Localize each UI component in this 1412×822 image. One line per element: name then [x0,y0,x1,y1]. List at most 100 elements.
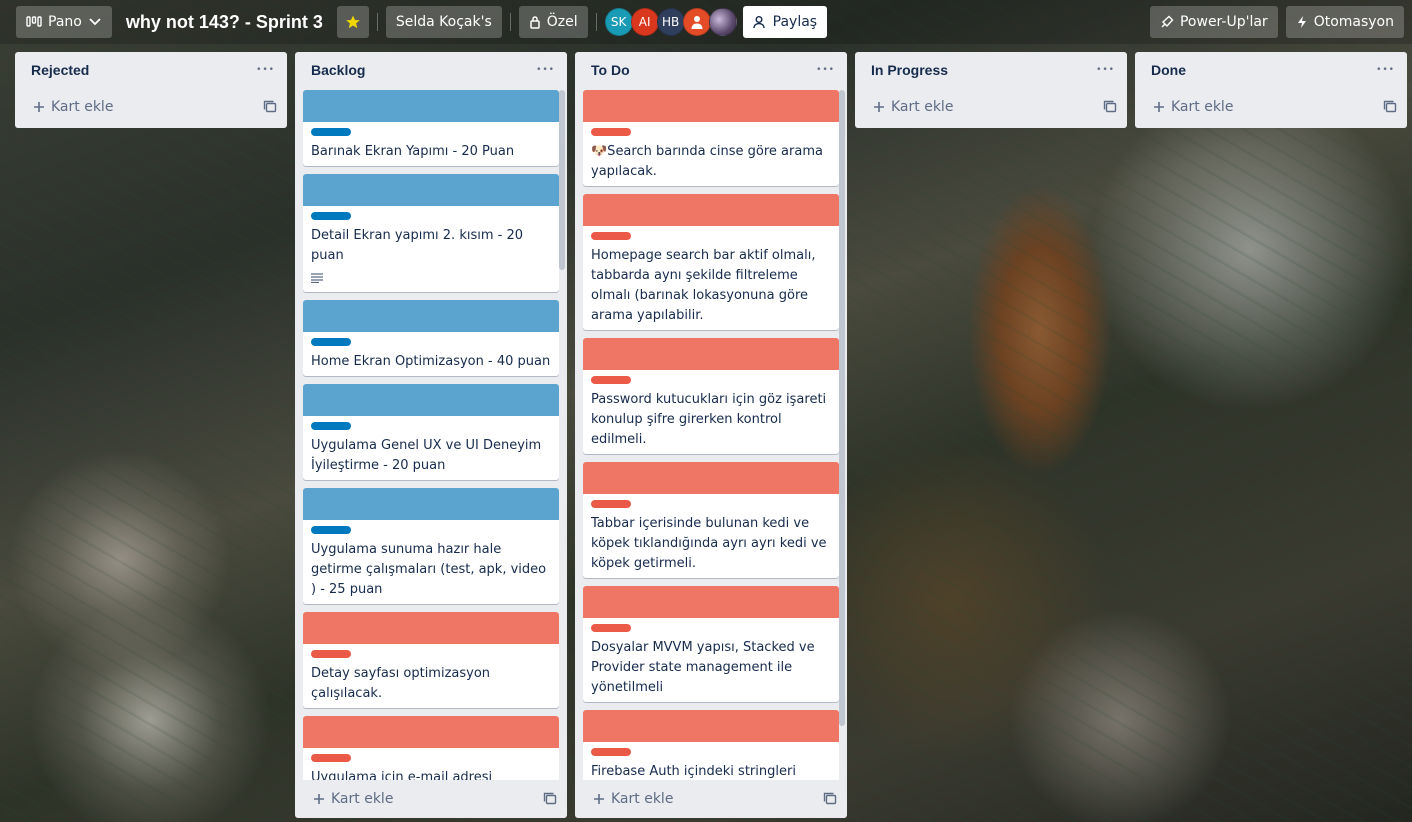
list-backlog[interactable]: Backlog ••• Barınak Ekran Yapımı - 20 Puan… [295,52,567,818]
card-label[interactable] [591,624,631,632]
add-card-button[interactable]: Kart ekle [593,791,673,807]
card-list: Barınak Ekran Yapımı - 20 Puan Detail Ekr… [295,88,567,780]
template-icon[interactable] [263,100,277,114]
list-title[interactable]: Backlog [311,62,365,78]
template-icon[interactable] [543,792,557,806]
card[interactable]: Password kutucukları için göz işareti ko… [583,338,839,454]
card-list: 🐶Search barında cinse göre arama yapılac… [575,88,847,780]
visibility-label: Özel [546,14,578,30]
board-icon [26,15,42,29]
card-label[interactable] [311,338,351,346]
star-button[interactable] [336,6,369,38]
card[interactable]: Detail Ekran yapımı 2. kısım - 20 puan [303,174,559,292]
share-button[interactable]: Paylaş [742,6,828,38]
card-label[interactable] [591,232,631,240]
card-title: Detail Ekran yapımı 2. kısım - 20 puan [311,228,524,263]
list-title[interactable]: To Do [591,62,630,78]
card-label[interactable] [591,128,631,136]
plus-icon [33,101,45,113]
card-label[interactable] [311,422,351,430]
card[interactable]: Barınak Ekran Yapımı - 20 Puan [303,90,559,166]
member-avatar[interactable] [682,8,711,36]
card-label[interactable] [591,748,631,756]
list-in-progress[interactable]: In Progress ••• Kart ekle [855,52,1127,128]
add-card-label: Kart ekle [891,99,954,115]
member-avatar[interactable] [708,8,737,36]
card[interactable]: Uygulama sunuma hazır hale getirme çalış… [303,488,559,604]
card-label[interactable] [591,376,631,384]
card[interactable]: Tabbar içerisinde bulunan kedi ve köpek … [583,462,839,578]
card[interactable]: 🐶Search barında cinse göre arama yapılac… [583,90,839,186]
workspace-button[interactable]: Selda Koçak's [385,6,502,38]
card[interactable]: Detay sayfası optimizasyon çalışılacak. [303,612,559,708]
visibility-button[interactable]: Özel [518,6,588,38]
lock-icon [529,15,541,29]
card-body: Uygulama için e-mail adresi [303,748,559,780]
member-avatar[interactable]: SK [604,8,633,36]
share-label: Paylaş [772,14,818,30]
more-icon[interactable]: ••• [1096,65,1115,75]
board-switcher-label: Pano [48,14,82,30]
board-title[interactable]: why not 143? - Sprint 3 [120,12,329,33]
card[interactable]: Homepage search bar aktif olmalı, tabbar… [583,194,839,330]
template-icon[interactable] [823,792,837,806]
list-scrollbar[interactable] [559,90,565,270]
card[interactable]: Firebase Auth içindeki stringleri belki [583,710,839,780]
card-title: Firebase Auth içindeki stringleri belki [591,764,796,779]
card-label[interactable] [311,526,351,534]
card-body: Home Ekran Optimizasyon - 40 puan [303,332,559,376]
card-cover [583,338,839,370]
list-scrollbar[interactable] [839,90,845,726]
more-icon[interactable]: ••• [536,65,555,75]
card-body: Barınak Ekran Yapımı - 20 Puan [303,122,559,166]
card-label[interactable] [311,650,351,658]
plus-icon [313,793,325,805]
member-avatar[interactable]: AI [630,8,659,36]
automation-button[interactable]: Otomasyon [1285,6,1404,38]
powerups-label: Power-Up'lar [1179,14,1268,30]
add-card-button[interactable]: Kart ekle [313,791,393,807]
list-title[interactable]: Done [1151,62,1186,78]
card[interactable]: Uygulama için e-mail adresi [303,716,559,780]
card-body: Dosyalar MVVM yapısı, Stacked ve Provide… [583,618,839,702]
list-header: Backlog ••• [295,52,567,88]
add-card-row: Kart ekle [1135,88,1407,126]
card-cover [303,174,559,206]
template-icon[interactable] [1383,100,1397,114]
list-to-do[interactable]: To Do ••• 🐶Search barında cinse göre arama… [575,52,847,818]
list-title[interactable]: In Progress [871,62,948,78]
add-card-row: Kart ekle [575,780,847,818]
header-divider [595,13,597,31]
card[interactable]: Home Ekran Optimizasyon - 40 puan [303,300,559,376]
template-icon[interactable] [1103,100,1117,114]
list-rejected[interactable]: Rejected ••• Kart ekle [15,52,287,128]
card-cover [303,716,559,748]
card-label[interactable] [311,754,351,762]
more-icon[interactable]: ••• [1376,65,1395,75]
star-icon [345,14,361,30]
card[interactable]: Uygulama Genel UX ve UI Deneyim İyileşti… [303,384,559,480]
powerups-button[interactable]: Power-Up'lar [1149,6,1278,38]
add-card-button[interactable]: Kart ekle [33,99,113,115]
member-avatar[interactable]: HB [656,8,685,36]
board-header: Pano why not 143? - Sprint 3 Selda Koçak… [0,0,1412,44]
add-card-button[interactable]: Kart ekle [1153,99,1233,115]
card-cover [583,462,839,494]
more-icon[interactable]: ••• [816,65,835,75]
card-label[interactable] [311,128,351,136]
card[interactable]: Dosyalar MVVM yapısı, Stacked ve Provide… [583,586,839,702]
more-icon[interactable]: ••• [256,65,275,75]
card-title: Detay sayfası optimizasyon çalışılacak. [311,666,491,701]
board-switcher-button[interactable]: Pano [16,6,112,38]
card-label[interactable] [591,500,631,508]
card-label[interactable] [311,212,351,220]
list-title[interactable]: Rejected [31,62,89,78]
card-body: 🐶Search barında cinse göre arama yapılac… [583,122,839,186]
card-cover [303,300,559,332]
list-done[interactable]: Done ••• Kart ekle [1135,52,1407,128]
card-body: Tabbar içerisinde bulunan kedi ve köpek … [583,494,839,578]
person-add-icon [752,15,767,29]
card-body: Password kutucukları için göz işareti ko… [583,370,839,454]
add-card-button[interactable]: Kart ekle [873,99,953,115]
plus-icon [593,793,605,805]
